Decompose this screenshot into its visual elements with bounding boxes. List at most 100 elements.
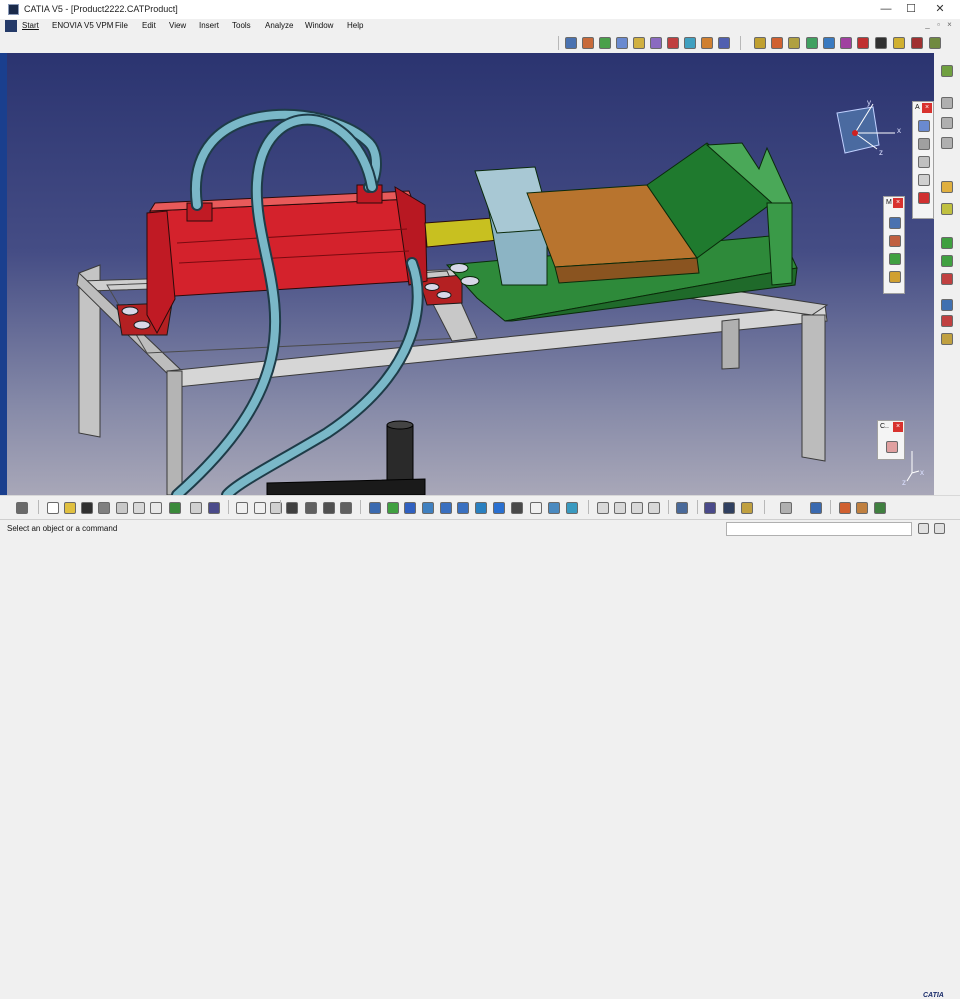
mode-3-icon[interactable] [631, 502, 643, 514]
multi-instantiation-icon[interactable] [941, 315, 953, 327]
select-icon[interactable] [16, 502, 28, 514]
menu-analyze[interactable]: Analyze [265, 21, 293, 30]
explode-icon[interactable] [684, 37, 696, 49]
graph-tree-icon[interactable] [788, 37, 800, 49]
floating-toolbar-top[interactable]: A × [912, 101, 934, 219]
catalog-icon[interactable] [701, 37, 713, 49]
publish-icon[interactable] [875, 37, 887, 49]
pan-icon[interactable] [404, 502, 416, 514]
catalog-browser-icon[interactable] [886, 441, 898, 453]
menu-help[interactable]: Help [347, 21, 363, 30]
floating-toolbar-bottom[interactable]: C.. × [877, 420, 905, 460]
command-history-icon[interactable] [918, 523, 929, 534]
refresh-icon[interactable] [780, 502, 792, 514]
command-input[interactable] [726, 522, 912, 536]
3d-viewport[interactable]: y x z x z A × M × C.. × [7, 53, 934, 495]
compass-widget[interactable]: y x z [836, 98, 901, 157]
explode-move-icon[interactable] [889, 271, 901, 283]
view-mode-icon[interactable] [566, 502, 578, 514]
fly-mode-icon[interactable] [369, 502, 381, 514]
clash-icon[interactable] [650, 37, 662, 49]
new-product-icon[interactable] [941, 97, 953, 109]
graph-tree-reorder-icon[interactable] [941, 237, 953, 249]
multi-instantiate-icon[interactable] [823, 37, 835, 49]
mdi-minimize-button[interactable]: _ [923, 20, 932, 30]
annotation-icon[interactable] [918, 138, 930, 150]
text-icon[interactable] [918, 156, 930, 168]
mdi-restore-button[interactable]: ▫ [934, 20, 943, 30]
menu-edit[interactable]: Edit [142, 21, 156, 30]
generate-numbering-icon[interactable] [941, 255, 953, 267]
zoom-out-icon[interactable] [457, 502, 469, 514]
spec-tree-icon[interactable] [340, 502, 352, 514]
analysis-icon[interactable] [810, 502, 822, 514]
new-icon[interactable] [47, 502, 59, 514]
floating-toolbar-middle[interactable]: M × [883, 196, 905, 294]
quick-view-icon[interactable] [493, 502, 505, 514]
select-arrow-icon[interactable] [941, 181, 953, 193]
cut-icon[interactable] [116, 502, 128, 514]
mdi-close-button[interactable]: × [945, 20, 954, 30]
flag-icon[interactable] [918, 174, 930, 186]
menu-file[interactable]: File [115, 21, 128, 30]
catia-app-icon[interactable] [8, 4, 19, 15]
table-icon[interactable] [305, 502, 317, 514]
compass-icon[interactable] [941, 65, 953, 77]
view-icon[interactable] [918, 120, 930, 132]
floating-toolbar-top-close[interactable]: × [922, 103, 932, 113]
replace-icon[interactable] [771, 37, 783, 49]
menu-view[interactable]: View [169, 21, 186, 30]
component-icon[interactable] [718, 37, 730, 49]
update-icon[interactable] [676, 502, 688, 514]
constraint-icon[interactable] [599, 37, 611, 49]
pneumatic-hoses[interactable] [171, 108, 424, 495]
menu-insert[interactable]: Insert [199, 21, 219, 30]
reorder-icon[interactable] [806, 37, 818, 49]
catalog-browser-icon[interactable] [874, 502, 886, 514]
section-icon[interactable] [667, 37, 679, 49]
manipulate-icon[interactable] [840, 37, 852, 49]
mode-4-icon[interactable] [648, 502, 660, 514]
whats-this-icon[interactable] [208, 502, 220, 514]
balloon-icon[interactable] [918, 192, 930, 204]
command-close-icon[interactable] [934, 523, 945, 534]
material-icon[interactable] [856, 502, 868, 514]
floating-toolbar-middle-close[interactable]: × [893, 198, 903, 208]
measure-icon[interactable] [633, 37, 645, 49]
scene-icon[interactable] [857, 37, 869, 49]
flexible-icon[interactable] [911, 37, 923, 49]
smart-move-icon[interactable] [889, 253, 901, 265]
formula-icon[interactable] [236, 502, 248, 514]
normal-view-icon[interactable] [475, 502, 487, 514]
representation-icon[interactable] [893, 37, 905, 49]
menu-tools[interactable]: Tools [232, 21, 251, 30]
menu-start[interactable]: Start [22, 21, 39, 30]
zoom-in-icon[interactable] [440, 502, 452, 514]
fit-all-icon[interactable] [387, 502, 399, 514]
swap-space-icon[interactable] [548, 502, 560, 514]
close-window-button[interactable]: ✕ [926, 1, 954, 18]
selective-load-icon[interactable] [941, 273, 953, 285]
floating-toolbar-bottom-close[interactable]: × [893, 422, 903, 432]
fast-multi-instantiation-icon[interactable] [941, 333, 953, 345]
hide-show-icon[interactable] [530, 502, 542, 514]
maximize-button[interactable]: ☐ [897, 1, 925, 18]
menu-enovia[interactable]: ENOVIA V5 VPM [52, 21, 113, 30]
apply-material-icon[interactable] [839, 502, 851, 514]
gear-icon[interactable] [929, 37, 941, 49]
assembly-icon[interactable] [582, 37, 594, 49]
measure-item-icon[interactable] [723, 502, 735, 514]
measure-between-icon[interactable] [704, 502, 716, 514]
print-icon[interactable] [98, 502, 110, 514]
redo-icon[interactable] [190, 502, 202, 514]
paste-icon[interactable] [150, 502, 162, 514]
save-icon[interactable] [81, 502, 93, 514]
replace-component-icon[interactable] [941, 203, 953, 215]
inertia-icon[interactable] [741, 502, 753, 514]
product-structure-icon[interactable] [565, 37, 577, 49]
existing-component-icon[interactable] [941, 137, 953, 149]
mode-2-icon[interactable] [614, 502, 626, 514]
lock-icon[interactable] [323, 502, 335, 514]
snap-icon[interactable] [616, 37, 628, 49]
render-style-icon[interactable] [511, 502, 523, 514]
